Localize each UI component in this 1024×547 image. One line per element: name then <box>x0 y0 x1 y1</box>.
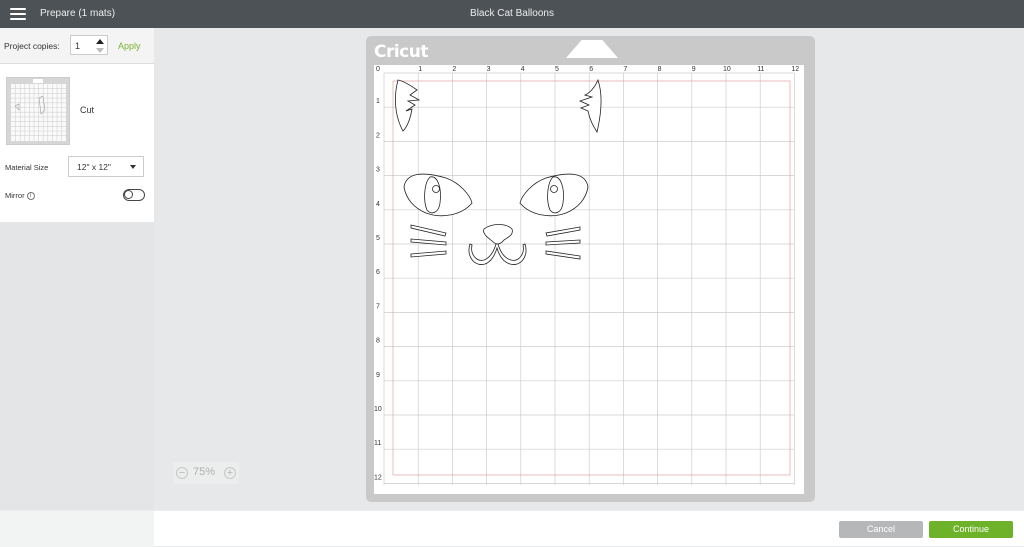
ruler-left-label: 2 <box>376 132 380 139</box>
sidebar: Project copies: 1 Apply Cut Material Siz… <box>0 28 154 510</box>
material-size-label: Material Size <box>5 163 49 172</box>
copies-stepper[interactable] <box>96 38 104 54</box>
whisker-right-1 <box>545 226 581 237</box>
continue-button[interactable]: Continue <box>929 521 1013 538</box>
mat-handle <box>566 40 618 58</box>
project-title: Black Cat Balloons <box>470 8 554 19</box>
mat-canvas[interactable]: 0 1 2 3 4 5 6 7 8 9 10 11 12 1 2 3 4 5 6 7 8 9 10 11 12 <box>374 65 804 494</box>
project-copies-row: Project copies: 1 Apply <box>0 28 154 64</box>
nose <box>483 224 513 245</box>
project-copies-value: 1 <box>75 41 81 51</box>
mirror-label: Mirror i <box>5 191 35 201</box>
ruler-left-label: 8 <box>376 338 380 345</box>
project-copies-input[interactable]: 1 <box>70 35 108 55</box>
zoom-out-icon[interactable]: − <box>176 467 188 479</box>
whisker-left-3 <box>410 250 447 258</box>
ruler-left-label: 10 <box>374 406 382 413</box>
ruler-top-label: 9 <box>692 66 696 73</box>
ruler-top-label: 7 <box>623 66 627 73</box>
mat-label-cut: Cut <box>80 105 95 115</box>
right-eye-highlight <box>550 185 558 193</box>
zoom-control: − 75% + <box>173 462 239 484</box>
zoom-level: 75% <box>193 466 216 478</box>
stepper-down-icon[interactable] <box>96 48 104 53</box>
chevron-down-icon <box>130 165 136 169</box>
whisker-left-1 <box>410 224 447 237</box>
cancel-button[interactable]: Cancel <box>839 521 923 538</box>
ruler-left-label: 4 <box>376 201 380 208</box>
ruler-top-label: 4 <box>521 66 525 73</box>
cat-design <box>395 78 602 265</box>
mat-thumbnail-preview <box>7 78 69 144</box>
material-size-select[interactable]: 12" x 12" <box>68 156 144 177</box>
info-icon[interactable]: i <box>26 192 35 201</box>
top-bar: Prepare (1 mats) Black Cat Balloons <box>0 0 1024 28</box>
stepper-up-icon[interactable] <box>96 39 104 44</box>
project-copies-label: Project copies: <box>4 41 60 51</box>
material-size-value: 12" x 12" <box>77 162 111 172</box>
right-ear <box>578 78 602 134</box>
ruler-top-label: 0 <box>376 66 380 73</box>
ruler-left-label: 5 <box>376 235 380 242</box>
ruler-top-label: 12 <box>791 66 799 73</box>
left-ear <box>395 79 421 132</box>
footer-bar: Cancel Continue <box>0 510 1024 547</box>
footer-left-panel <box>0 511 154 547</box>
ruler-left-label: 6 <box>376 269 380 276</box>
ruler-top-label: 3 <box>487 66 491 73</box>
left-eye-highlight <box>432 185 440 193</box>
ruler-left-label: 11 <box>374 440 381 447</box>
ruler-left-label: 12 <box>374 474 382 481</box>
mat-thumbnail[interactable] <box>6 77 70 145</box>
apply-button[interactable]: Apply <box>118 41 141 51</box>
ruler-left-label: 3 <box>376 167 380 174</box>
ruler-top-label: 10 <box>723 66 731 73</box>
mouth <box>468 243 527 265</box>
zoom-in-icon[interactable]: + <box>224 467 236 479</box>
ruler-top-label: 8 <box>658 66 662 73</box>
ruler-top-label: 6 <box>589 66 593 73</box>
ruler-top-label: 5 <box>555 66 559 73</box>
whisker-right-3 <box>545 250 581 260</box>
ruler-top-label: 1 <box>418 66 422 73</box>
ruler-top-label: 11 <box>757 66 764 73</box>
left-pupil <box>424 176 441 214</box>
mirror-label-text: Mirror <box>5 191 25 200</box>
toggle-knob <box>124 190 133 199</box>
ruler-left-label: 9 <box>376 372 380 379</box>
ruler-left-label: 1 <box>376 98 380 105</box>
ruler-left-label: 7 <box>376 303 380 310</box>
right-pupil <box>547 176 564 214</box>
cricut-logo: Cricut <box>374 42 429 62</box>
ruler-top-label: 2 <box>452 66 456 73</box>
mirror-toggle[interactable] <box>123 189 145 201</box>
mat-grid: 0 1 2 3 4 5 6 7 8 9 10 11 12123456789101112 <box>374 66 799 485</box>
